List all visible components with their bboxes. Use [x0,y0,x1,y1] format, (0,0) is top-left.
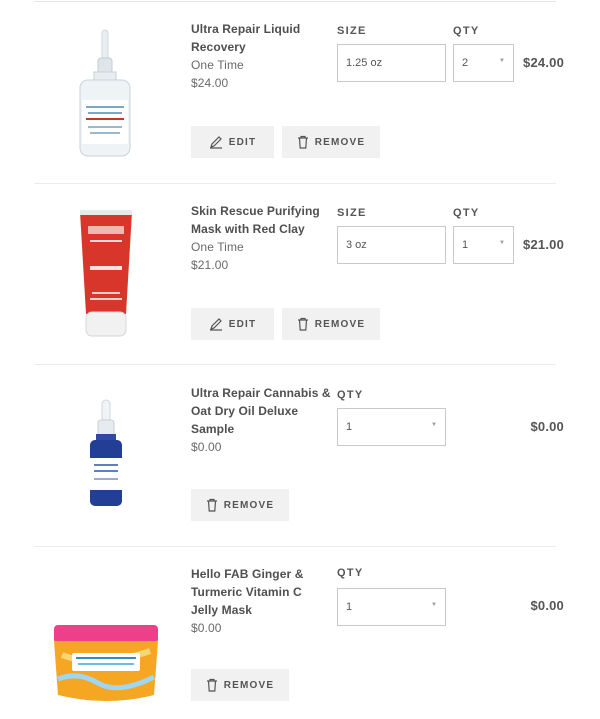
qty-value: 1 [346,601,353,613]
qty-label: QTY [453,207,480,219]
size-label: SIZE [337,25,367,37]
line-total: $21.00 [523,237,564,252]
qty-label: QTY [453,25,480,37]
edit-label: EDIT [228,136,257,148]
line-total: $0.00 [530,419,564,434]
qty-value: 2 [462,57,469,69]
item-divider [34,546,556,547]
pencil-icon [209,318,222,331]
qty-label: QTY [337,567,364,579]
size-label: SIZE [337,207,367,219]
product-name-text[interactable]: Hello FAB Ginger & Turmeric Vitamin C Je… [191,565,331,619]
remove-button[interactable]: REMOVE [282,308,380,340]
remove-label: REMOVE [314,136,366,148]
purchase-frequency: One Time [191,58,244,72]
remove-button[interactable]: REMOVE [282,126,380,158]
trash-icon [297,135,308,149]
product-name[interactable]: Ultra Repair Cannabis & Oat Dry Oil Delu… [191,384,331,456]
trash-icon [206,498,217,512]
product-image-dry-oil [90,399,122,506]
product-image-jelly-mask [54,625,158,701]
chevron-down-icon: ▼ [431,602,437,608]
purchase-frequency: One Time [191,240,244,254]
edit-label: EDIT [228,318,257,330]
edit-button[interactable]: EDIT [191,308,274,340]
unit-price: $0.00 [191,621,222,635]
trash-icon [297,317,308,331]
remove-label: REMOVE [223,499,275,511]
qty-select[interactable]: 1 ▼ [337,408,446,446]
qty-select[interactable]: 1 ▼ [337,588,446,626]
qty-value: 1 [346,421,353,433]
product-image-clay-mask [80,210,132,337]
unit-price: $24.00 [191,76,229,90]
product-name-text[interactable]: Skin Rescue Purifying Mask with Red Clay [191,202,331,238]
product-name[interactable]: Skin Rescue Purifying Mask with Red Clay… [191,202,331,274]
qty-value: 1 [462,239,469,251]
chevron-down-icon: ▼ [499,240,505,246]
edit-button[interactable]: EDIT [191,126,274,158]
pencil-icon [209,136,222,149]
size-value: 3 oz [346,239,367,251]
top-divider [34,1,556,2]
qty-label: QTY [337,389,364,401]
remove-label: REMOVE [223,679,275,691]
size-value: 1.25 oz [346,57,383,69]
remove-button[interactable]: REMOVE [191,669,289,701]
product-name-text[interactable]: Ultra Repair Cannabis & Oat Dry Oil Delu… [191,384,331,438]
unit-price: $0.00 [191,440,222,454]
item-divider [34,183,556,184]
remove-button[interactable]: REMOVE [191,489,289,521]
item-divider [34,364,556,365]
remove-label: REMOVE [314,318,366,330]
size-select[interactable]: 3 oz [337,226,446,264]
line-total: $24.00 [523,55,564,70]
product-name[interactable]: Hello FAB Ginger & Turmeric Vitamin C Je… [191,565,331,637]
product-name[interactable]: Ultra Repair Liquid Recovery One Time $2… [191,20,331,92]
product-image-serum [79,29,131,157]
chevron-down-icon: ▼ [431,422,437,428]
line-total: $0.00 [530,598,564,613]
unit-price: $21.00 [191,258,229,272]
product-name-text[interactable]: Ultra Repair Liquid Recovery [191,20,331,56]
chevron-down-icon: ▼ [499,58,505,64]
trash-icon [206,678,217,692]
qty-select[interactable]: 2 ▼ [453,44,514,82]
qty-select[interactable]: 1 ▼ [453,226,514,264]
size-select[interactable]: 1.25 oz [337,44,446,82]
